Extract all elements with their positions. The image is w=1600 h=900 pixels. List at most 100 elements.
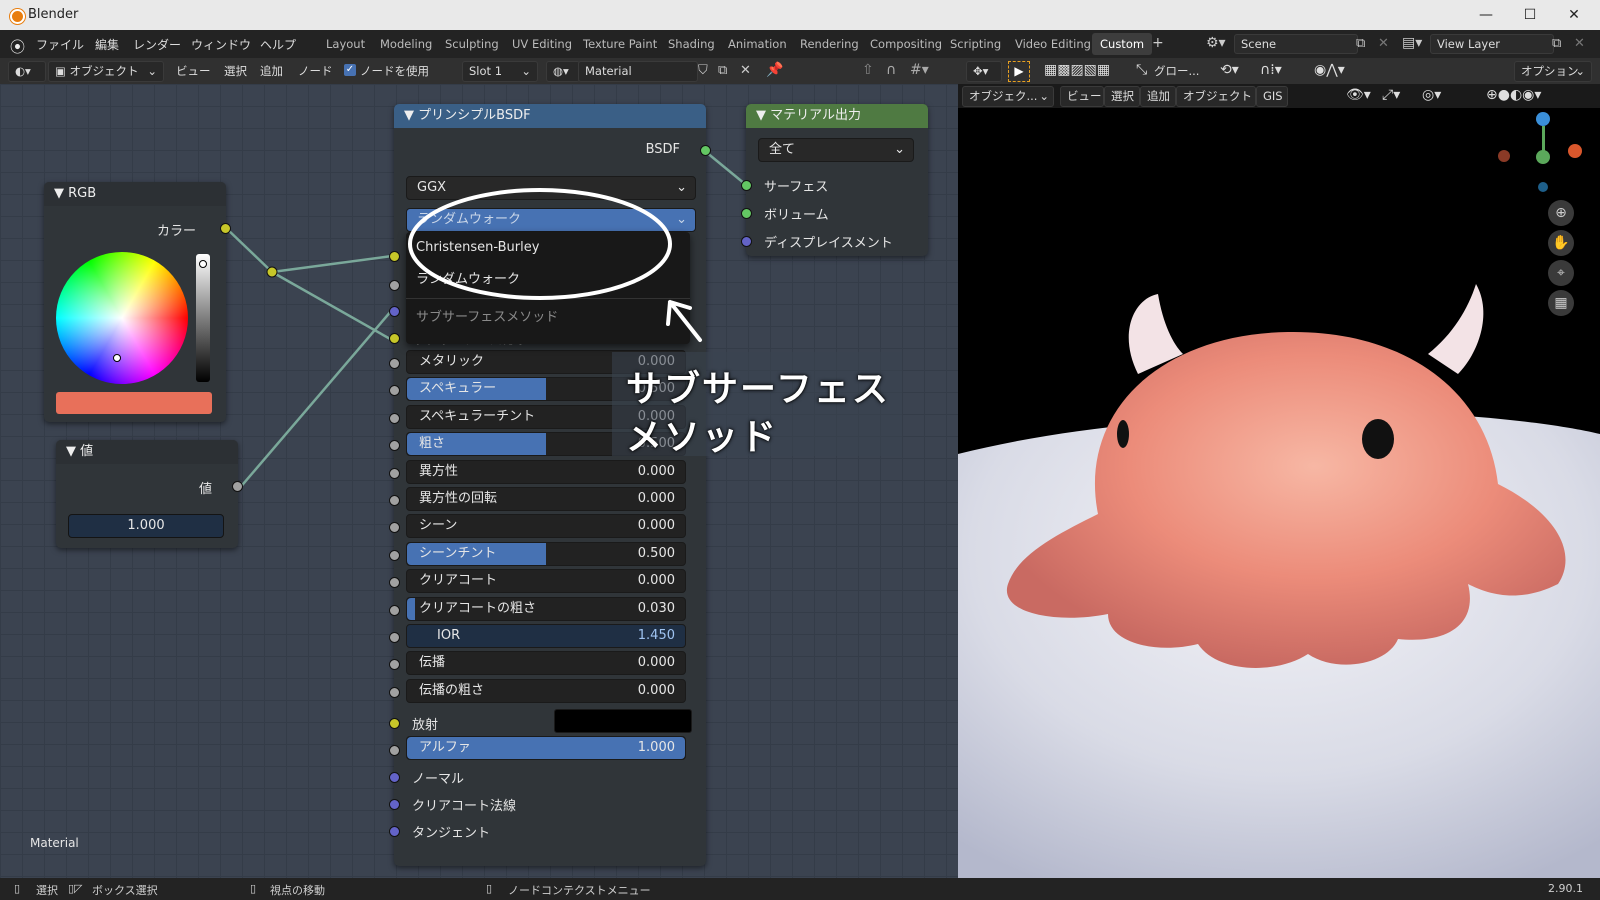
add-workspace-button[interactable]: + xyxy=(1152,35,1164,51)
selection-mode-icons[interactable]: ▦▩▨▧▦ xyxy=(1044,62,1110,78)
status-context-menu: ノードコンテクストメニュー xyxy=(508,884,651,897)
tab-texture-paint[interactable]: Texture Paint xyxy=(575,33,665,55)
version-label: 2.90.1 xyxy=(1548,882,1583,895)
view-layer-icon[interactable]: ▤▾ xyxy=(1402,35,1422,51)
viewport-menu-add[interactable]: 追加 xyxy=(1140,86,1176,107)
tab-compositing[interactable]: Compositing xyxy=(862,33,950,55)
gizmo-z-axis[interactable] xyxy=(1536,112,1550,126)
camera-icon[interactable]: ⌖ xyxy=(1548,260,1574,286)
scene-name-field[interactable]: Scene xyxy=(1234,34,1358,54)
delete-scene-icon[interactable]: ✕ xyxy=(1378,36,1389,51)
options-dropdown[interactable]: オプション ⌄ xyxy=(1514,61,1592,82)
material-name-field[interactable]: Material xyxy=(578,61,698,82)
top-menu-bar: ⦿ ファイル 編集 レンダー ウィンドウ ヘルプ Layout Modeling… xyxy=(0,30,1600,58)
annotation-circle xyxy=(408,188,672,300)
viewport-menu-gis[interactable]: GIS xyxy=(1256,86,1288,107)
ortho-grid-icon[interactable]: ▦ xyxy=(1548,290,1574,316)
slot-dropdown[interactable]: Slot 1 ⌄ xyxy=(462,61,538,82)
object-mode-dropdown[interactable]: ▣ オブジェクト ⌄ xyxy=(48,61,164,82)
gizmo-neg-z-axis[interactable] xyxy=(1538,182,1548,192)
editor-type-button[interactable]: ◐▾ xyxy=(8,61,46,82)
tab-modeling[interactable]: Modeling xyxy=(372,33,440,55)
title-bar: Blender — ☐ ✕ xyxy=(0,0,1600,30)
pin-icon[interactable]: 📌 xyxy=(766,62,783,78)
blender-menu-icon[interactable]: ⦿ xyxy=(10,36,25,57)
menu-add[interactable]: 追加 xyxy=(260,63,283,79)
tab-layout[interactable]: Layout xyxy=(318,33,373,55)
fake-user-shield-icon[interactable]: ⛉ xyxy=(698,63,708,78)
viewport-menu-object[interactable]: オブジェクト xyxy=(1176,86,1256,107)
tab-sculpting[interactable]: Sculpting xyxy=(437,33,507,55)
menu-file[interactable]: ファイル xyxy=(36,36,84,53)
tab-uv-editing[interactable]: UV Editing xyxy=(504,33,580,55)
chevron-down-icon: ⌄ xyxy=(1575,64,1585,78)
object-mode-label: オブジェクト xyxy=(69,64,139,78)
material-browse-button[interactable]: ◍▾ xyxy=(546,61,580,82)
tab-animation[interactable]: Animation xyxy=(720,33,795,55)
viewport-menu-view[interactable]: ビュー xyxy=(1060,86,1104,107)
chevron-down-icon: ⌄ xyxy=(521,64,531,78)
menu-view[interactable]: ビュー xyxy=(176,63,211,79)
tab-rendering[interactable]: Rendering xyxy=(792,33,867,55)
scene-icon[interactable]: ⚙▾ xyxy=(1206,35,1226,51)
gizmo-x-axis[interactable] xyxy=(1568,144,1582,158)
options-label: オプション xyxy=(1521,64,1579,78)
unlink-material-icon[interactable]: ✕ xyxy=(740,63,751,78)
gizmo-y-axis[interactable] xyxy=(1536,150,1550,164)
left-eye xyxy=(1117,420,1129,448)
zoom-icon[interactable]: ⊕ xyxy=(1548,200,1574,226)
snap-icon[interactable]: ∩ xyxy=(886,62,896,78)
close-button[interactable]: ✕ xyxy=(1552,3,1596,27)
new-view-layer-icon[interactable]: ⧉ xyxy=(1552,36,1561,51)
snap-magnet-icon[interactable]: ∩⁞▾ xyxy=(1260,62,1282,78)
menu-node[interactable]: ノード xyxy=(298,63,333,79)
snap-grid-icon[interactable]: #▾ xyxy=(910,62,929,78)
tab-shading[interactable]: Shading xyxy=(660,33,723,55)
transform-orientation-dropdown[interactable]: グロー... xyxy=(1154,63,1199,79)
use-nodes-checkbox[interactable]: ✓ xyxy=(344,64,356,76)
status-select: 選択 xyxy=(36,884,58,897)
gizmo-neg-x-axis[interactable] xyxy=(1498,150,1510,162)
gizmo-toggle-icon[interactable]: ⤢▾ xyxy=(1382,87,1400,103)
visibility-eye-icon[interactable]: 👁▾ xyxy=(1346,87,1371,103)
new-material-icon[interactable]: ⧉ xyxy=(718,63,727,78)
tab-video-editing[interactable]: Video Editing xyxy=(1007,33,1099,55)
menu-edit[interactable]: 編集 xyxy=(95,36,119,53)
proportional-edit-icon[interactable]: ◉⋀▾ xyxy=(1314,62,1345,78)
shading-mode-icons[interactable]: ⊕●◐◉▾ xyxy=(1486,87,1541,103)
viewport-header: ✥▾ ▶ ▦▩▨▧▦ ⤡ グロー... ⟲▾ ∩⁞▾ ◉⋀▾ オプション ⌄ xyxy=(958,58,1600,84)
node-editor-canvas[interactable]: ▼ RGB カラー ▼ 値 値 1.000 ▼ プリンシプルBSDF BSDF … xyxy=(0,84,958,878)
menu-select[interactable]: 選択 xyxy=(224,63,247,79)
minimize-button[interactable]: — xyxy=(1464,3,1508,27)
tab-scripting[interactable]: Scripting xyxy=(942,33,1009,55)
annotation-text-line2: メソッド xyxy=(626,417,779,458)
right-fin xyxy=(1428,284,1484,374)
tab-custom[interactable]: Custom xyxy=(1092,33,1153,55)
chevron-down-icon: ⌄ xyxy=(147,64,157,78)
parent-node-tree-icon[interactable]: ⇧ xyxy=(862,62,874,78)
viewport-menu-header: オブジェク... ⌄ ビュー 選択 追加 オブジェクト GIS 👁▾ ⤢▾ ◎▾ … xyxy=(958,84,1600,108)
viewport-editor-type-button[interactable]: ✥▾ xyxy=(966,61,1002,82)
node-editor-header: ◐▾ ▣ オブジェクト ⌄ ビュー 選択 追加 ノード ✓ ノードを使用 Slot… xyxy=(0,58,958,84)
new-scene-icon[interactable]: ⧉ xyxy=(1356,36,1365,51)
menu-window[interactable]: ウィンドウ xyxy=(191,36,251,53)
status-box-select: ボックス選択 xyxy=(92,884,158,897)
view-layer-field[interactable]: View Layer xyxy=(1430,34,1554,54)
menu-render[interactable]: レンダー xyxy=(133,36,181,53)
menu-help[interactable]: ヘルプ xyxy=(260,36,296,53)
pivot-icon[interactable]: ⟲▾ xyxy=(1220,62,1239,78)
mouse-middle-icon: ▯ xyxy=(250,882,257,895)
slot-label: Slot 1 xyxy=(469,64,503,78)
3d-viewport[interactable]: ⊕ ✋ ⌖ ▦ xyxy=(958,84,1600,878)
annotation-text-line1: サブサーフェス xyxy=(626,369,890,410)
transform-orientation-icon[interactable]: ⤡ xyxy=(1136,62,1147,78)
viewport-object-mode-label: オブジェク... xyxy=(969,89,1038,103)
select-tool-icon[interactable]: ▶ xyxy=(1008,61,1030,82)
viewport-object-mode-dropdown[interactable]: オブジェク... ⌄ xyxy=(962,86,1054,107)
delete-view-layer-icon[interactable]: ✕ xyxy=(1574,36,1585,51)
maximize-button[interactable]: ☐ xyxy=(1508,3,1552,27)
overlay-toggle-icon[interactable]: ◎▾ xyxy=(1422,87,1441,103)
object-mode-icon: ▣ xyxy=(55,64,70,78)
pan-hand-icon[interactable]: ✋ xyxy=(1548,230,1574,256)
viewport-menu-select[interactable]: 選択 xyxy=(1104,86,1140,107)
